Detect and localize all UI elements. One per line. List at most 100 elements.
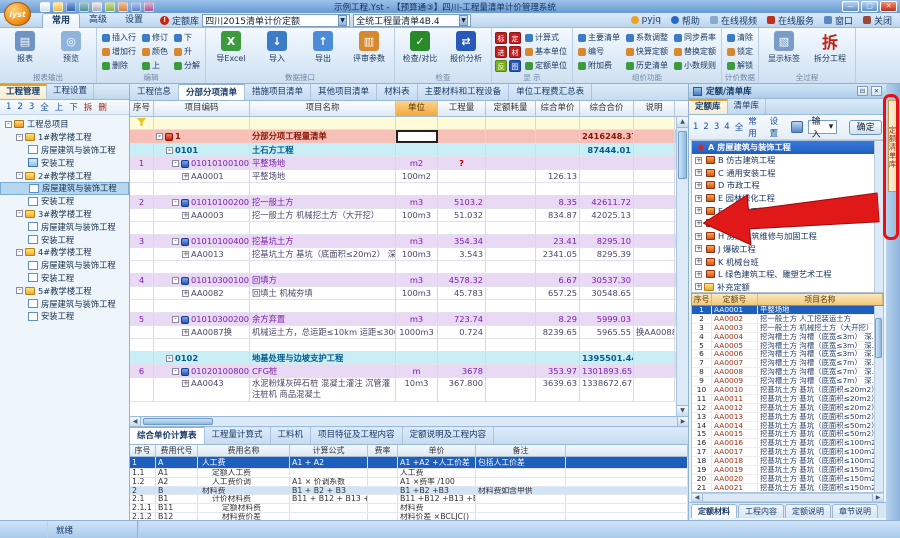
quota-column-项目名称[interactable]: 项目名称 (758, 294, 883, 305)
fee-column-计算公式[interactable]: 计算公式 (290, 445, 368, 456)
expand-icon[interactable]: - (166, 355, 173, 362)
expand-icon[interactable]: - (16, 249, 23, 256)
new-icon[interactable] (40, 2, 50, 12)
list-combobox[interactable]: 全统工程量清单4B.4▼ (353, 14, 471, 27)
boq-row[interactable]: 1-010101001001平整场地m2? (130, 157, 676, 170)
library-tool-设置[interactable]: 设置 (770, 115, 786, 139)
expand-icon[interactable]: - (172, 277, 179, 284)
tree-tool-全[interactable]: 全 (40, 101, 49, 113)
expand-icon[interactable]: - (16, 172, 23, 179)
chevron-down-icon[interactable]: ▼ (459, 15, 468, 26)
expand-icon[interactable]: + (695, 233, 702, 240)
maximize-button[interactable]: □ (861, 1, 878, 12)
column-header-项目编码[interactable]: 项目编码 (154, 101, 250, 116)
save-icon[interactable] (66, 2, 76, 12)
ribbon-item-上[interactable]: 上 (140, 59, 170, 72)
quota-row[interactable]: 2AA0002挖一般土方 人工挖装运土方 (692, 315, 883, 324)
ribbon-button-报表[interactable]: ▤报表 (3, 30, 47, 64)
sheet-tab-分部分项清单[interactable]: 分部分项清单 (179, 84, 245, 100)
ribbon-item-锁定[interactable]: 锁定 (725, 45, 755, 58)
fee-row[interactable]: 2.1.2B12材料费价差材料价差 ×BCLJC() (130, 513, 688, 520)
project-tree-node[interactable]: 房屋建筑与装饰工程 (0, 259, 129, 272)
quota-row[interactable]: 5AA0005挖沟槽土方 沟槽（底宽≤3m） 深… (692, 342, 883, 351)
fee-column-备注[interactable]: 备注 (476, 445, 566, 456)
ok-button[interactable]: 确定 (849, 120, 882, 135)
fee-column-费用代号[interactable]: 费用代号 (156, 445, 198, 456)
toggle-图-icon[interactable]: 图 (509, 60, 521, 72)
boq-row[interactable] (130, 222, 676, 235)
expand-icon[interactable]: + (695, 220, 702, 227)
expand-icon[interactable]: - (16, 287, 23, 294)
expand-icon[interactable]: - (5, 121, 12, 128)
boq-row[interactable]: 3-010101004003挖基坑土方m3354.3423.418295.10 (130, 235, 676, 248)
detail-tab-综合单价计算表[interactable]: 综合单价计算表 (130, 427, 205, 444)
column-header-单位[interactable]: 单位 (396, 101, 438, 116)
ribbon-item-历史清单[interactable]: 历史清单 (624, 59, 670, 72)
fee-column-费用名称[interactable]: 费用名称 (198, 445, 290, 456)
ribbon-item-删除[interactable]: 删除 (100, 59, 138, 72)
fee-row[interactable]: 1A人工费A1 + A2A1 +A2 +人工价差包括人工价差 (130, 457, 688, 469)
app-logo-icon[interactable]: iyst (4, 2, 31, 26)
column-header-说明[interactable]: 说明 (634, 101, 675, 116)
project-tree-node[interactable]: 安装工程 (0, 156, 129, 169)
ribbon-button-评审参数[interactable]: ▥评审参数 (347, 30, 391, 64)
open-icon[interactable] (53, 2, 63, 12)
ribbon-button-预览[interactable]: ◎预览 (49, 30, 93, 64)
detail-tab-定额说明及工程内容[interactable]: 定额说明及工程内容 (403, 427, 495, 444)
expand-icon[interactable]: - (16, 210, 23, 217)
filter-icon[interactable] (137, 118, 146, 126)
project-tree-node[interactable]: 房屋建筑与装饰工程 (0, 220, 129, 233)
quota-row[interactable]: 9AA0009挖沟槽土方 沟槽（底宽≤7m） 深… (692, 377, 883, 386)
fee-row[interactable]: 2.1B1计价材料费B11 + B12 + B13 + B14B11 +B12 … (130, 495, 688, 504)
quota-row[interactable]: 20AA0020挖基坑土方 基坑（底面积≤150m2） (692, 475, 883, 484)
fee-row[interactable]: 2.1.1B11定额材料费材料费 (130, 504, 688, 513)
close-panel-icon[interactable]: ✕ (871, 86, 882, 96)
project-tree-node[interactable]: 安装工程 (0, 233, 129, 246)
project-tree-node[interactable]: 房屋建筑与装饰工程 (0, 182, 129, 195)
grid-icon[interactable] (791, 121, 803, 133)
ribbon-button-报价分析[interactable]: ⇄报价分析 (444, 30, 488, 64)
boq-row[interactable] (130, 261, 676, 274)
undo-icon[interactable] (131, 2, 141, 12)
fee-row[interactable]: 1.2A2人工费价调A1 × 价调系数A1 ×费率 /100 (130, 478, 688, 487)
ribbon-button-检查/对比[interactable]: ✓检查/对比 (398, 30, 442, 64)
library-bottom-tab-定额说明[interactable]: 定额说明 (785, 504, 831, 518)
boq-row[interactable]: -1分部分项工程量清单2416248.37 (130, 130, 676, 144)
ribbon-button-导出[interactable]: ↑导出 (301, 30, 345, 64)
top-link-pyjq[interactable]: pyjq (631, 15, 661, 25)
top-link-帮助[interactable]: 帮助 (671, 14, 700, 27)
ribbon-item-替换定额[interactable]: 替换定额 (672, 45, 718, 58)
panel-tab-工程设置[interactable]: 工程设置 (47, 84, 94, 99)
expand-icon[interactable]: + (695, 271, 702, 278)
quota-combobox[interactable]: 四川2015清单计价定额▼ (202, 14, 350, 27)
quota-row[interactable]: 13AA0013挖基坑土方 基坑（底面积≤50m2） (692, 413, 883, 422)
boq-row[interactable]: +AA0001平整场地100m2126.13 (130, 170, 676, 183)
top-link-在线视频[interactable]: 在线视频 (710, 14, 757, 27)
tree-tool-删[interactable]: 删 (98, 101, 107, 113)
panel-tab-工程管理[interactable]: 工程管理 (0, 84, 47, 99)
tree-tool-3[interactable]: 3 (29, 102, 34, 112)
quota-row[interactable]: 17AA0017挖基坑土方 基坑（底面积≤100m2） (692, 448, 883, 457)
project-tree-node[interactable]: 安装工程 (0, 310, 129, 323)
library-tool-1[interactable]: 1 (693, 122, 698, 132)
tree-tool-下[interactable]: 下 (69, 101, 78, 113)
expand-icon[interactable]: + (695, 169, 702, 176)
quota-row[interactable]: 7AA0007挖沟槽土方 沟槽（底宽≤7m） 深… (692, 359, 883, 368)
quota-row[interactable]: 15AA0015挖基坑土方 基坑（底面积≤50m2） (692, 430, 883, 439)
fee-column-序号[interactable]: 序号 (130, 445, 156, 456)
ribbon-button-拆分工程[interactable]: 拆拆分工程 (808, 30, 852, 64)
expand-icon[interactable]: + (182, 380, 189, 387)
ribbon-item-定额单位[interactable]: 定额单位 (523, 59, 569, 72)
tree-tool-上[interactable]: 上 (55, 101, 64, 113)
print-icon[interactable] (92, 2, 102, 12)
ribbon-item-清除[interactable]: 清除 (725, 31, 755, 44)
sheet-tab-单位工程费汇总表[interactable]: 单位工程费汇总表 (509, 84, 592, 100)
boq-row[interactable]: 5-010103002005余方弃置m3723.748.295999.03 (130, 313, 676, 326)
expand-icon[interactable]: - (166, 147, 173, 154)
boq-row[interactable] (130, 339, 676, 352)
stamp-icon[interactable] (118, 2, 128, 12)
quota-row[interactable]: 21AA0021挖基坑土方 基坑（底面积≤150m2） (692, 484, 883, 493)
vertical-scrollbar[interactable]: ▲ ▼ (676, 117, 688, 416)
pin-icon[interactable]: ⊟ (857, 86, 868, 96)
expand-icon[interactable]: + (695, 207, 702, 214)
